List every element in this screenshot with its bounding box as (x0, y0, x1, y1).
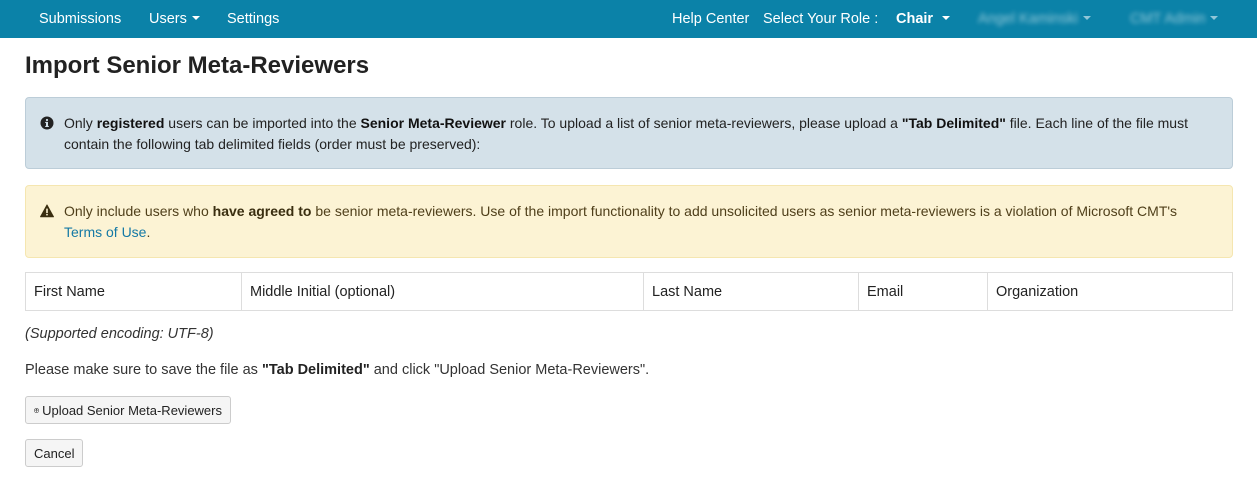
info-text-3: role. To upload a list of senior meta-re… (506, 115, 902, 131)
info-text-2: users can be imported into the (164, 115, 361, 131)
nav-users-dropdown[interactable]: Users (149, 0, 200, 38)
nav-submissions-label: Submissions (39, 11, 122, 27)
nav-help-center-label: Help Center (672, 11, 750, 27)
encoding-note: (Supported encoding: UTF-8) (25, 326, 214, 342)
page-title: Import Senior Meta-Reviewers (25, 52, 370, 79)
top-navbar: Submissions Users Settings Help Center S… (0, 0, 1257, 38)
field-email: Email (858, 272, 988, 311)
caret-down-icon (191, 16, 200, 21)
upload-circle-icon (34, 407, 39, 413)
field-first-name: First Name (25, 272, 242, 311)
select-role-label: Select Your Role : (763, 11, 879, 27)
info-alert: Only registered users can be imported in… (25, 97, 1233, 169)
warning-text-3: . (146, 224, 151, 240)
nav-users-label: Users (149, 11, 187, 27)
cancel-button-label: Cancel (34, 445, 75, 461)
info-circle-icon (40, 116, 54, 130)
caret-down-icon (942, 16, 951, 21)
caret-down-icon (1082, 16, 1091, 21)
warning-bold-agreed: have agreed to (212, 203, 312, 219)
fields-table: First Name Middle Initial (optional) Las… (25, 272, 1233, 311)
save-instructions: Please make sure to save the file as "Ta… (25, 362, 649, 378)
terms-of-use-link[interactable]: Terms of Use (64, 224, 146, 240)
nav-settings-label: Settings (227, 11, 280, 27)
warning-triangle-icon (40, 204, 54, 218)
table-row: First Name Middle Initial (optional) Las… (25, 272, 1233, 311)
field-organization: Organization (987, 272, 1233, 311)
instructions-text-1: Please make sure to save the file as (25, 362, 262, 378)
instructions-bold: "Tab Delimited" (261, 362, 370, 378)
instructions-text-2: and click "Upload Senior Meta-Reviewers"… (369, 362, 650, 378)
info-bold-role: Senior Meta-Reviewer (360, 115, 507, 131)
upload-button[interactable]: Upload Senior Meta-Reviewers (25, 396, 231, 424)
user-name: Angel Kaminski (978, 11, 1078, 27)
field-last-name: Last Name (643, 272, 859, 311)
account-menu-dropdown[interactable]: CMT Admin (1130, 0, 1219, 38)
user-menu-dropdown[interactable]: Angel Kaminski (978, 0, 1091, 38)
role-dropdown[interactable]: Chair (896, 0, 951, 38)
nav-settings[interactable]: Settings (227, 0, 279, 38)
info-text-1: Only (64, 115, 97, 131)
nav-submissions[interactable]: Submissions (39, 0, 121, 38)
nav-help-center[interactable]: Help Center (672, 0, 749, 38)
warning-text-2: be senior meta-reviewers. Use of the imp… (311, 203, 1178, 219)
info-bold-registered: registered (96, 115, 165, 131)
warning-text-1: Only include users who (64, 203, 213, 219)
role-value: Chair (896, 11, 934, 27)
cancel-button[interactable]: Cancel (25, 439, 84, 467)
info-bold-tab-delimited: "Tab Delimited" (901, 115, 1006, 131)
account-name: CMT Admin (1130, 11, 1206, 27)
caret-down-icon (1210, 16, 1219, 21)
field-middle-initial: Middle Initial (optional) (241, 272, 644, 311)
upload-button-label: Upload Senior Meta-Reviewers (42, 402, 222, 418)
warning-alert: Only include users who have agreed to be… (25, 185, 1233, 258)
